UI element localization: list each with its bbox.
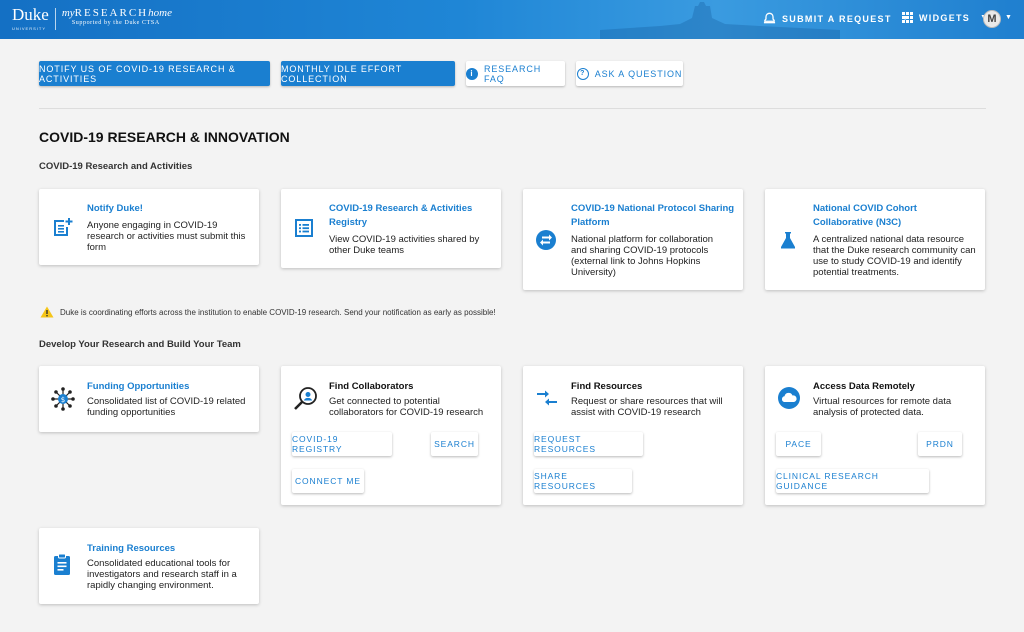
notify-covid-research-button[interactable]: NOTIFY US OF COVID-19 RESEARCH & ACTIVIT… [39, 61, 270, 86]
card-description: National platform for collaboration and … [571, 234, 714, 278]
divider [39, 108, 986, 109]
find-resources-card: Find Resources Request or share resource… [523, 366, 743, 505]
cloud-icon [778, 387, 800, 409]
info-icon: i [466, 67, 478, 80]
submit-request-menu[interactable]: SUBMIT A REQUEST ▼ [763, 12, 910, 25]
warning-icon [40, 306, 54, 318]
submit-request-label: SUBMIT A REQUEST [782, 13, 892, 24]
duke-wordmark: Duke [12, 5, 49, 24]
search-button[interactable]: SEARCH [431, 432, 478, 456]
top-app-bar: Duke UNIVERSITY myRESEARCHhome Supported… [0, 0, 1024, 39]
card-description: View COVID-19 activities shared by other… [329, 234, 480, 256]
person-search-icon [294, 387, 317, 410]
card-description: Anyone engaging in COVID-19 research or … [87, 220, 246, 253]
pace-button[interactable]: PACE [776, 432, 821, 456]
widgets-menu[interactable]: WIDGETS ▼ [902, 12, 988, 23]
funding-opportunities-card[interactable]: $ Funding Opportunities Consolidated lis… [39, 366, 259, 432]
covid-registry-card[interactable]: COVID-19 Research & Activities Registry … [281, 189, 501, 268]
logo-separator [54, 8, 56, 30]
help-icon: ? [576, 67, 589, 80]
card-title: Find Collaborators [329, 381, 414, 392]
section-heading-develop-research: Develop Your Research and Build Your Tea… [39, 339, 241, 350]
flask-icon [781, 232, 795, 249]
swap-icon [536, 230, 556, 250]
card-title[interactable]: National COVID Cohort Collaborative (N3C… [813, 202, 973, 230]
card-title[interactable]: COVID-19 National Protocol Sharing Platf… [571, 202, 736, 230]
notify-duke-card[interactable]: Notify Duke! Anyone engaging in COVID-19… [39, 189, 259, 265]
notice-text: Duke is coordinating efforts across the … [60, 307, 496, 317]
arrows-converge-icon [537, 390, 557, 406]
card-title[interactable]: Funding Opportunities [87, 380, 189, 394]
covid-registry-button[interactable]: COVID-19 REGISTRY [292, 432, 392, 456]
bell-icon [763, 12, 776, 24]
research-faq-label: RESEARCH FAQ [483, 63, 542, 84]
card-title[interactable]: Training Resources [87, 542, 175, 556]
request-resources-button[interactable]: REQUEST RESOURCES [534, 432, 643, 456]
prdn-button[interactable]: PRDN [918, 432, 962, 456]
card-description: Virtual resources for remote data analys… [813, 396, 952, 418]
svg-text:$: $ [61, 396, 65, 404]
ask-question-label: ASK A QUESTION [594, 68, 683, 79]
network-money-icon: $ [51, 387, 75, 411]
card-description: A centralized national data resource tha… [813, 234, 976, 278]
monthly-idle-effort-button[interactable]: MONTHLY IDLE EFFORT COLLECTION [281, 61, 455, 86]
card-description: Consolidated educational tools for inves… [87, 558, 237, 591]
list-icon [295, 219, 313, 237]
duke-university-sub: UNIVERSITY [12, 26, 47, 31]
card-description: Get connected to potential collaborators… [329, 396, 484, 418]
research-faq-button[interactable]: i RESEARCH FAQ [466, 61, 565, 86]
user-avatar[interactable]: M [983, 10, 1001, 28]
grid-icon [902, 12, 913, 23]
card-title[interactable]: COVID-19 Research & Activities Registry [329, 202, 489, 230]
card-title: Access Data Remotely [813, 381, 915, 392]
card-title[interactable]: Notify Duke! [87, 202, 143, 216]
widgets-label: WIDGETS [919, 12, 971, 23]
national-protocol-card[interactable]: COVID-19 National Protocol Sharing Platf… [523, 189, 743, 290]
card-description: Consolidated list of COVID-19 related fu… [87, 396, 246, 418]
ask-question-button[interactable]: ? ASK A QUESTION [576, 61, 683, 86]
page-title: COVID-19 RESEARCH & INNOVATION [39, 129, 290, 145]
clinical-research-guidance-button[interactable]: CLINICAL RESEARCH GUIDANCE [776, 469, 929, 493]
section-heading-covid-research: COVID-19 Research and Activities [39, 161, 193, 172]
supported-by-text: Supported by the Duke CTSA [71, 20, 160, 26]
card-description: Request or share resources that will ass… [571, 396, 723, 418]
find-collaborators-card: Find Collaborators Get connected to pote… [281, 366, 501, 505]
chevron-down-icon[interactable]: ▼ [1005, 14, 1012, 21]
n3c-card[interactable]: National COVID Cohort Collaborative (N3C… [765, 189, 985, 290]
myresearchhome-logo[interactable]: Duke UNIVERSITY myRESEARCHhome Supported… [12, 5, 172, 32]
connect-me-button[interactable]: CONNECT ME [292, 469, 364, 493]
share-resources-button[interactable]: SHARE RESOURCES [534, 469, 632, 493]
coordination-notice: Duke is coordinating efforts across the … [40, 306, 496, 318]
card-title: Find Resources [571, 381, 643, 392]
myresearchhome-wordmark: myRESEARCHhome [61, 7, 172, 19]
training-resources-card[interactable]: Training Resources Consolidated educatio… [39, 528, 259, 604]
form-add-icon [54, 218, 73, 236]
access-data-remotely-card: Access Data Remotely Virtual resources f… [765, 366, 985, 505]
clipboard-icon [54, 553, 70, 575]
